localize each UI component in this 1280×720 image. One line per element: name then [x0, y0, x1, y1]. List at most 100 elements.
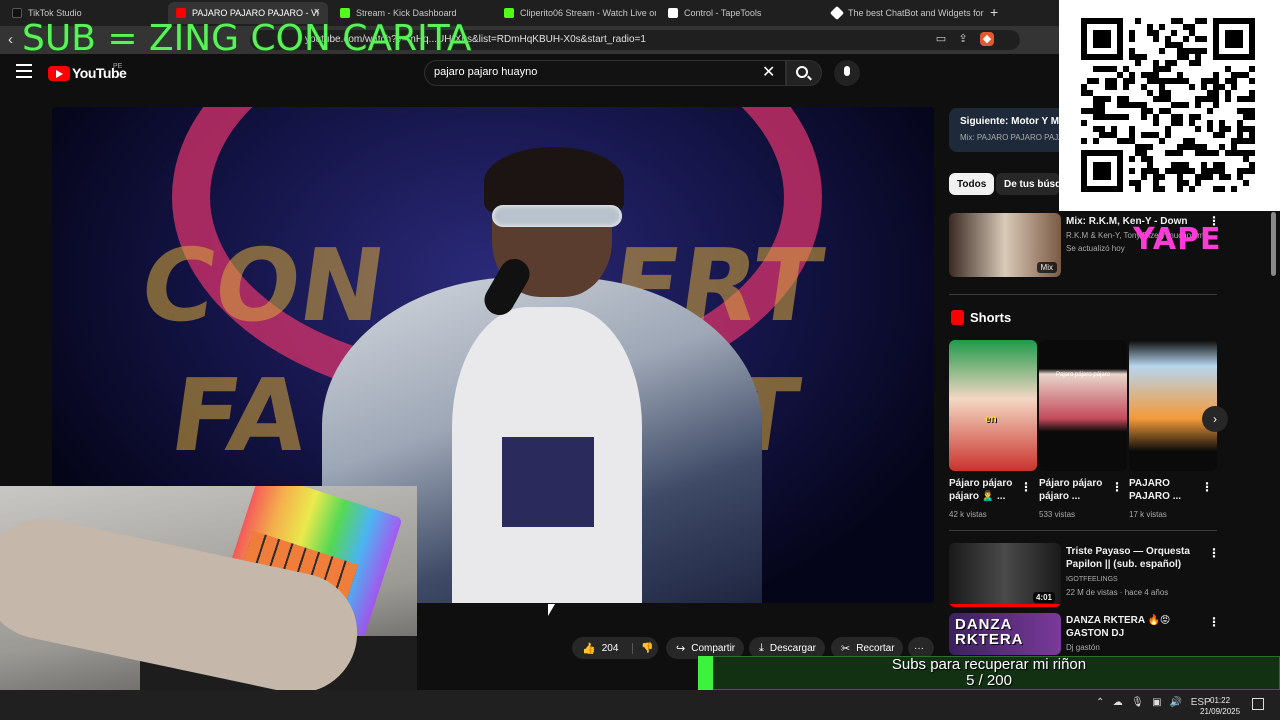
qr-module: [1093, 96, 1099, 102]
qr-module: [1117, 96, 1123, 102]
qr-module: [1249, 132, 1255, 138]
qr-module: [1141, 144, 1147, 150]
qr-module: [1153, 78, 1159, 84]
close-tab-icon[interactable]: ×: [314, 6, 320, 18]
voice-search-icon[interactable]: [834, 60, 860, 86]
subs-goal-text: Subs para recuperar mi riñon 5 / 200: [698, 657, 1280, 689]
mix-updated: Se actualizó hoy: [1066, 244, 1125, 253]
short-title-3[interactable]: PAJARO PAJARO ...: [1129, 477, 1195, 503]
back-arrow-icon[interactable]: ‹: [8, 31, 13, 48]
qr-module: [1225, 96, 1231, 102]
qr-module: [1153, 36, 1159, 42]
short-menu-icon[interactable]: ⋮: [1020, 480, 1032, 494]
short-menu-icon[interactable]: ⋮: [1201, 480, 1213, 494]
sidebar-scrollbar[interactable]: [1271, 212, 1276, 276]
qr-module: [1177, 150, 1183, 156]
video-title-2[interactable]: DANZA RKTERA 🔥😡 GASTON DJ: [1066, 614, 1206, 640]
qr-module: [1153, 186, 1159, 192]
short-views-3: 17 k vistas: [1129, 510, 1167, 519]
qr-module: [1207, 108, 1213, 114]
chip-all[interactable]: Todos: [949, 173, 995, 195]
new-tab-icon[interactable]: +: [990, 4, 998, 20]
dislike-icon[interactable]: 👎: [632, 642, 654, 654]
qr-module: [1123, 102, 1129, 108]
qr-module: [1111, 132, 1117, 138]
qr-module: [1153, 120, 1159, 126]
qr-module: [1117, 72, 1123, 78]
short-thumbnail-1[interactable]: en: [949, 340, 1037, 471]
qr-module: [1153, 30, 1159, 36]
short-title-1[interactable]: Pájaro pájaro pájaro 🙎‍♂️ ...: [949, 477, 1015, 503]
qr-module: [1201, 150, 1207, 156]
sub-overlay-text: SUB = ZING CON CARITA: [22, 18, 472, 59]
qr-module: [1111, 84, 1117, 90]
qr-module: [1165, 66, 1171, 72]
yape-overlay-text: YAPE: [1133, 222, 1222, 257]
like-icon[interactable]: 👍: [582, 642, 596, 655]
qr-module: [1237, 138, 1243, 144]
speaker-icon[interactable]: 🔊: [1170, 697, 1182, 708]
brave-shield-icon[interactable]: ◆: [980, 32, 994, 46]
onedrive-icon[interactable]: ☁: [1113, 697, 1123, 708]
qr-module: [1225, 174, 1231, 180]
qr-module: [1249, 90, 1255, 96]
qr-module: [1183, 180, 1189, 186]
qr-module: [1159, 90, 1165, 96]
qr-module: [1081, 108, 1087, 114]
qr-module: [1147, 132, 1153, 138]
qr-module: [1201, 168, 1207, 174]
share-page-icon[interactable]: ⇪: [956, 32, 970, 46]
qr-module: [1201, 144, 1207, 150]
short-menu-icon[interactable]: ⋮: [1111, 480, 1123, 494]
qr-module: [1105, 96, 1111, 102]
qr-module: [1087, 90, 1093, 96]
microphone-icon[interactable]: 🎙: [1131, 697, 1144, 708]
qr-module: [1183, 36, 1189, 42]
qr-module: [1249, 66, 1255, 72]
tab-tapetools[interactable]: Control - TapeTools: [660, 2, 820, 24]
qr-module: [1171, 18, 1177, 24]
chevron-right-icon[interactable]: ›: [1202, 406, 1228, 432]
short-thumbnail-3[interactable]: [1129, 340, 1217, 471]
youtube-logo-icon[interactable]: [48, 66, 70, 81]
video-menu-icon[interactable]: ⋮: [1208, 546, 1220, 560]
qr-module: [1183, 54, 1189, 60]
like-count: 204: [601, 642, 619, 654]
qr-module: [1195, 48, 1201, 54]
tab-kick-watch[interactable]: Cliperito06 Stream - Watch Live on K: [496, 2, 656, 24]
video-thumbnail-1[interactable]: 4:01: [949, 543, 1061, 607]
qr-module: [1201, 78, 1207, 84]
qr-module: [1177, 42, 1183, 48]
chevron-up-icon[interactable]: ⌃: [1096, 697, 1104, 708]
qr-module: [1159, 108, 1165, 114]
qr-module: [1219, 144, 1225, 150]
qr-module: [1123, 84, 1129, 90]
video-thumbnail-2[interactable]: DANZA RKTERA: [949, 613, 1061, 655]
chip-from-searches[interactable]: De tus búsque: [996, 173, 1060, 195]
qr-module: [1207, 96, 1213, 102]
clear-search-icon[interactable]: ✕: [762, 62, 775, 82]
short-title-2[interactable]: Pájaro pájaro pájaro ...: [1039, 477, 1105, 503]
hamburger-menu-icon[interactable]: [16, 64, 32, 78]
qr-module: [1165, 96, 1171, 102]
cast-icon[interactable]: ▭: [934, 32, 948, 46]
mix-thumbnail[interactable]: Mix: [949, 213, 1061, 277]
network-icon[interactable]: ▣: [1152, 697, 1161, 708]
tab-chatbot[interactable]: The best ChatBot and Widgets for Ki: [824, 2, 984, 24]
qr-module: [1213, 90, 1219, 96]
tiktok-icon: [12, 8, 22, 18]
video-title-1[interactable]: Triste Payaso — Orquesta Papilon || (sub…: [1066, 545, 1206, 571]
qr-module: [1183, 48, 1189, 54]
notifications-icon[interactable]: [1252, 698, 1264, 710]
qr-module: [1177, 144, 1183, 150]
system-clock[interactable]: 01:22 21/09/2025: [1200, 695, 1240, 717]
qr-module: [1081, 138, 1087, 144]
short-thumbnail-2[interactable]: Pajaro pájaro pájaro: [1039, 340, 1127, 471]
qr-module: [1171, 42, 1177, 48]
qr-module: [1231, 150, 1237, 156]
qr-module: [1237, 132, 1243, 138]
qr-module: [1159, 186, 1165, 192]
qr-module: [1243, 156, 1249, 162]
qr-module: [1195, 60, 1201, 66]
video-menu-icon[interactable]: ⋮: [1208, 615, 1220, 629]
